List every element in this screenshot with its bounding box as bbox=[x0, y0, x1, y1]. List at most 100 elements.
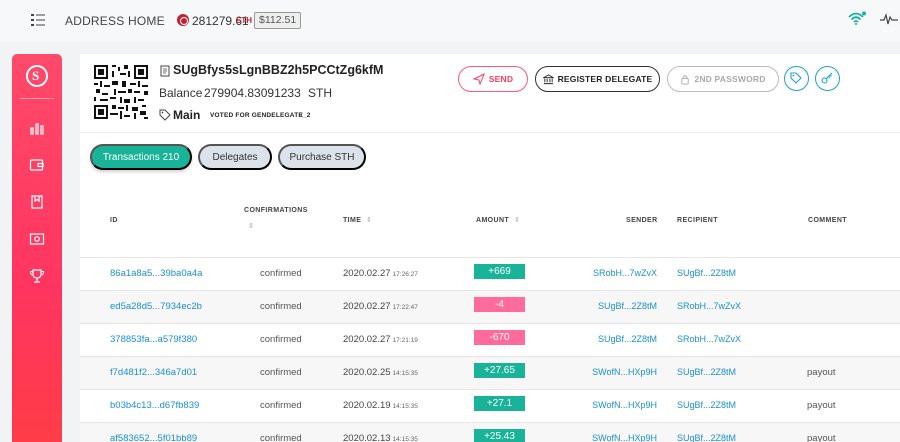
tab-purchase[interactable]: Purchase STH bbox=[278, 144, 366, 170]
send-label: SEND bbox=[488, 74, 514, 84]
col-comment: COMMENT bbox=[808, 217, 847, 224]
wallet-icon[interactable] bbox=[29, 157, 45, 173]
tx-confirmations: confirmed bbox=[260, 433, 302, 442]
price-unit: STH bbox=[236, 16, 252, 25]
wallet-name: Main bbox=[173, 108, 201, 122]
tx-confirmations: confirmed bbox=[260, 367, 302, 378]
menu-icon[interactable] bbox=[31, 13, 45, 27]
voted-for-label: VOTED FOR GENDELEGATE_2 bbox=[210, 112, 311, 119]
money-icon[interactable] bbox=[29, 231, 45, 247]
key-button[interactable] bbox=[815, 66, 840, 91]
tx-id[interactable]: 86a1a8a5...39ba0a4a bbox=[110, 268, 202, 279]
tx-time: 2020.02.19 14:15:35 bbox=[343, 400, 418, 411]
wallet-address[interactable]: SUgBfys5sLgnBBZ2h5PCCtZg6kfM bbox=[173, 63, 383, 77]
tx-sender[interactable]: SWofN...HXp9H bbox=[592, 400, 657, 410]
tx-id[interactable]: 378853fa...a579f380 bbox=[110, 334, 197, 345]
wifi-icon bbox=[848, 11, 866, 25]
tx-clock: 14:15:35 bbox=[392, 403, 418, 410]
tx-amount-badge: +669 bbox=[474, 264, 525, 279]
tx-amount-badge: +25.43 bbox=[474, 429, 525, 442]
tx-clock: 14:15:35 bbox=[392, 436, 418, 442]
tx-sender[interactable]: SWofN...HXp9H bbox=[592, 433, 657, 442]
send-icon bbox=[472, 73, 485, 85]
tab-delegates[interactable]: Delegates bbox=[198, 144, 272, 170]
balance-label: Balance bbox=[159, 86, 203, 100]
coin-icon bbox=[177, 14, 189, 26]
balance-value: 279904.83091233 bbox=[204, 86, 301, 100]
send-button[interactable]: SEND bbox=[458, 66, 528, 92]
key-icon bbox=[821, 72, 833, 84]
nav-address[interactable]: ADDRESS bbox=[65, 14, 124, 28]
tx-id[interactable]: ed5a28d5...7934ec2b bbox=[110, 301, 202, 312]
tx-amount-badge: -4 bbox=[474, 297, 525, 312]
tx-sender[interactable]: SRobH...7wZvX bbox=[593, 268, 657, 278]
sort-icon[interactable]: ⇕ bbox=[514, 216, 520, 224]
tx-recipient[interactable]: SUgBf...2Z8tM bbox=[677, 367, 736, 377]
book-icon[interactable] bbox=[29, 194, 45, 210]
tx-recipient[interactable]: SUgBf...2Z8tM bbox=[677, 433, 736, 442]
table-row[interactable]: 378853fa...a579f380 confirmed 2020.02.27 17… bbox=[80, 323, 900, 356]
trophy-icon[interactable] bbox=[29, 268, 45, 284]
tx-comment: payout bbox=[807, 400, 836, 411]
tx-confirmations: confirmed bbox=[260, 268, 302, 279]
bank-icon bbox=[542, 73, 554, 84]
tx-date: 2020.02.27 bbox=[343, 301, 391, 312]
header-divider bbox=[80, 132, 900, 133]
second-password-button[interactable]: 2ND PASSWORD bbox=[667, 66, 779, 92]
account-card: SUgBfys5sLgnBBZ2h5PCCtZg6kfM Balance 279… bbox=[80, 54, 900, 442]
tx-recipient[interactable]: SRobH...7wZvX bbox=[677, 301, 741, 311]
address-qr-code[interactable] bbox=[94, 65, 148, 119]
register-delegate-label: REGISTER DELEGATE bbox=[557, 74, 653, 84]
tx-id[interactable]: b03b4c13...d67fb839 bbox=[110, 400, 199, 411]
tx-comment: payout bbox=[807, 433, 836, 442]
table-row[interactable]: 86a1a8a5...39ba0a4a confirmed 2020.02.27 17… bbox=[80, 257, 900, 290]
col-amount[interactable]: AMOUNT bbox=[476, 217, 509, 224]
table-row[interactable]: ed5a28d5...7934ec2b confirmed 2020.02.27 17… bbox=[80, 290, 900, 323]
tx-clock: 17:26:27 bbox=[392, 271, 418, 278]
tx-id[interactable]: af583652...5f01bb89 bbox=[110, 433, 197, 442]
price-usd-badge: $112.51 bbox=[254, 12, 302, 29]
tx-date: 2020.02.25 bbox=[343, 367, 391, 378]
chart-icon[interactable] bbox=[29, 120, 45, 136]
tx-time: 2020.02.27 17:21:19 bbox=[343, 334, 418, 345]
sort-icon[interactable]: ⇕ bbox=[366, 216, 372, 224]
label-button[interactable] bbox=[784, 66, 809, 91]
register-delegate-button[interactable]: REGISTER DELEGATE bbox=[535, 66, 660, 92]
sort-icon[interactable]: ⇕ bbox=[248, 222, 254, 230]
col-time[interactable]: TIME bbox=[343, 217, 361, 224]
tag-icon bbox=[159, 109, 171, 121]
table-row[interactable]: b03b4c13...d67fb839 confirmed 2020.02.19 14… bbox=[80, 389, 900, 422]
tx-amount-badge: -670 bbox=[474, 330, 525, 345]
tx-clock: 17:22:47 bbox=[392, 304, 418, 311]
brand-logo-icon[interactable] bbox=[26, 65, 48, 87]
tx-sender[interactable]: SUgBf...2Z8tM bbox=[598, 301, 657, 311]
tx-time: 2020.02.25 14:15:35 bbox=[343, 367, 418, 378]
second-password-label: 2ND PASSWORD bbox=[694, 74, 766, 84]
table-row[interactable]: af583652...5f01bb89 confirmed 2020.02.13 14… bbox=[80, 422, 900, 442]
tx-amount-badge: +27.1 bbox=[474, 396, 525, 411]
tab-transactions[interactable]: Transactions 210 bbox=[90, 144, 192, 170]
tx-id[interactable]: f7d481f2...346a7d01 bbox=[110, 367, 197, 378]
tx-recipient[interactable]: SUgBf...2Z8tM bbox=[677, 268, 736, 278]
col-id: ID bbox=[110, 217, 118, 224]
tx-time: 2020.02.13 14:15:35 bbox=[343, 433, 418, 442]
activity-icon[interactable] bbox=[880, 13, 898, 25]
copy-icon[interactable] bbox=[160, 65, 170, 77]
nav-home[interactable]: HOME bbox=[128, 14, 165, 28]
top-bar: ADDRESS HOME 281279.61 STH $112.51 bbox=[0, 0, 900, 42]
tx-date: 2020.02.13 bbox=[343, 433, 391, 442]
tx-sender[interactable]: SWofN...HXp9H bbox=[592, 367, 657, 377]
tx-recipient[interactable]: SRobH...7wZvX bbox=[677, 334, 741, 344]
tx-date: 2020.02.27 bbox=[343, 268, 391, 279]
unvote-button[interactable]: × bbox=[298, 110, 303, 120]
tx-clock: 17:21:19 bbox=[392, 337, 418, 344]
col-confirmations[interactable]: CONFIRMATIONS bbox=[244, 207, 308, 214]
tx-recipient[interactable]: SUgBf...2Z8tM bbox=[677, 400, 736, 410]
tx-time: 2020.02.27 17:26:27 bbox=[343, 268, 418, 279]
tx-sender[interactable]: SUgBf...2Z8tM bbox=[598, 334, 657, 344]
balance-unit: STH bbox=[308, 86, 332, 100]
tx-confirmations: confirmed bbox=[260, 301, 302, 312]
table-row[interactable]: f7d481f2...346a7d01 confirmed 2020.02.25 14… bbox=[80, 356, 900, 389]
tx-date: 2020.02.19 bbox=[343, 400, 391, 411]
tx-confirmations: confirmed bbox=[260, 334, 302, 345]
